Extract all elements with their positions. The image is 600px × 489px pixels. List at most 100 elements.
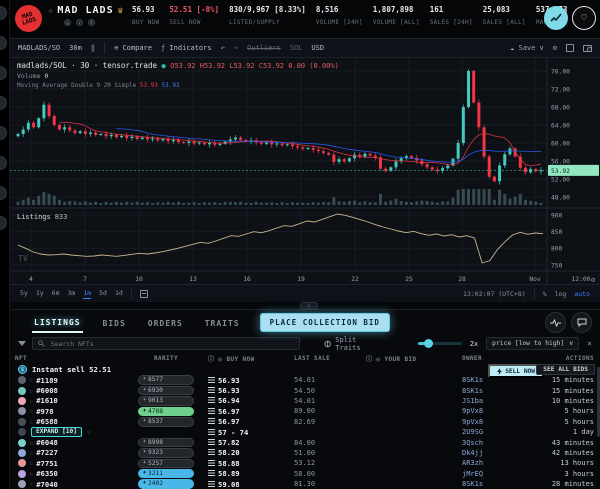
owner-address[interactable]: AR3zh bbox=[452, 459, 530, 467]
owner-address[interactable]: 2U9SG bbox=[452, 428, 530, 436]
buy-now-price[interactable]: 58.89 bbox=[218, 469, 240, 478]
star-icon[interactable]: ☆ bbox=[29, 449, 33, 457]
owner-address[interactable]: 8SK1s bbox=[452, 480, 530, 488]
header-last-sale[interactable]: LAST SALE bbox=[286, 355, 364, 362]
buy-now-price[interactable]: 56.93 bbox=[218, 386, 240, 395]
table-row[interactable]: ☆#6588♦853756.9782.699pVx85 hours bbox=[10, 417, 600, 427]
tab-orders[interactable]: ORDERS bbox=[146, 313, 185, 332]
tab-traits[interactable]: TRAITS bbox=[203, 313, 242, 332]
sidebar-collection-avatar[interactable] bbox=[0, 66, 7, 80]
nft-id[interactable]: #6350 bbox=[36, 469, 58, 478]
website-icon[interactable]: ◎ bbox=[64, 19, 71, 26]
star-icon[interactable]: ☆ bbox=[29, 387, 33, 395]
buy-now-price[interactable]: 56.97 bbox=[218, 417, 240, 426]
nft-id[interactable]: #1610 bbox=[36, 396, 58, 405]
buy-now-price[interactable]: 58.88 bbox=[218, 459, 240, 468]
filter-funnel-icon[interactable] bbox=[18, 341, 26, 346]
star-icon[interactable]: ☆ bbox=[29, 470, 33, 478]
slider-thumb[interactable] bbox=[424, 339, 433, 348]
buy-now-price[interactable]: 59.08 bbox=[218, 480, 240, 489]
outliers-toggle[interactable]: Outliers bbox=[247, 44, 281, 52]
range-1m[interactable]: 1m bbox=[83, 289, 91, 299]
sidebar-collection-avatar[interactable] bbox=[0, 126, 7, 140]
sidebar-collection-avatar[interactable] bbox=[0, 156, 7, 170]
star-icon[interactable]: ☆ bbox=[29, 397, 33, 405]
star-icon[interactable]: ☆ bbox=[29, 459, 33, 467]
table-row[interactable]: ☆#978♦478856.9789.009pVx85 hours bbox=[10, 406, 600, 416]
buy-now-price[interactable]: 58.20 bbox=[218, 448, 240, 457]
nft-id[interactable]: #6008 bbox=[36, 386, 58, 395]
fullscreen-icon[interactable] bbox=[566, 44, 574, 52]
axis-settings-gear-icon[interactable]: ⚙ bbox=[591, 276, 596, 284]
owner-address[interactable]: Dk4jj bbox=[452, 449, 530, 457]
header-nft[interactable]: NFT bbox=[10, 355, 138, 362]
split-traits-toggle[interactable]: Split Traits bbox=[324, 336, 382, 352]
card-size-slider[interactable] bbox=[418, 342, 462, 345]
go-to-date-icon[interactable] bbox=[140, 290, 148, 298]
star-icon[interactable]: ☆ bbox=[29, 376, 33, 384]
range-1y[interactable]: 1y bbox=[36, 289, 44, 299]
nft-id[interactable]: #978 bbox=[36, 407, 53, 416]
star-icon[interactable]: ☆ bbox=[29, 480, 33, 488]
expand-row[interactable]: EXPAND [10]☆57 - 742U9SG1 day bbox=[10, 427, 600, 437]
nft-id[interactable]: #7227 bbox=[36, 448, 58, 457]
compare-button[interactable]: ⊕ Compare bbox=[114, 44, 152, 52]
sort-select[interactable]: price [low to high]∨ bbox=[486, 337, 579, 350]
range-5d[interactable]: 5d bbox=[99, 289, 107, 299]
chart-canvas[interactable]: 76.0072.0068.0064.0060.0056.0052.0048.00… bbox=[10, 58, 600, 285]
close-icon[interactable]: × bbox=[587, 339, 592, 348]
star-icon[interactable]: ☆ bbox=[29, 418, 33, 426]
favorite-star-icon[interactable]: ☆ bbox=[48, 6, 53, 16]
clock[interactable]: 13:02:07 (UTC+8) bbox=[463, 290, 526, 298]
tab-bids[interactable]: BIDS bbox=[101, 313, 128, 332]
range-3m[interactable]: 3m bbox=[67, 289, 75, 299]
table-row[interactable]: ☆#7040♦240259.0881.308SK1s28 minutes bbox=[10, 479, 600, 489]
nft-id[interactable]: #1189 bbox=[36, 376, 58, 385]
search-box[interactable] bbox=[32, 337, 300, 350]
watchlist-heart-button[interactable]: ♡ bbox=[572, 6, 596, 30]
nft-id[interactable]: #6588 bbox=[36, 417, 58, 426]
table-row[interactable]: ☆#6048♦899857.8284.003Qsch43 minutes bbox=[10, 437, 600, 447]
expand-badge[interactable]: EXPAND [10] bbox=[31, 427, 82, 437]
sol-currency-toggle[interactable]: SOL bbox=[290, 44, 303, 52]
tab-listings[interactable]: LISTINGS bbox=[32, 312, 83, 333]
undo-icon[interactable]: ↶ bbox=[221, 44, 225, 52]
star-icon[interactable]: ☆ bbox=[87, 428, 91, 436]
star-icon[interactable]: ☆ bbox=[29, 407, 33, 415]
chat-button[interactable] bbox=[571, 312, 592, 333]
table-row[interactable]: ☆#7227♦932358.2051.00Dk4jj42 minutes bbox=[10, 448, 600, 458]
header-buy-now[interactable]: ⓘ ◎ BUY NOW bbox=[194, 354, 286, 363]
owner-address[interactable]: 3Qsch bbox=[452, 439, 530, 447]
buy-now-price[interactable]: 56.93 bbox=[218, 376, 240, 385]
redo-icon[interactable]: ↷ bbox=[234, 44, 238, 52]
discord-icon[interactable]: ✦ bbox=[76, 19, 83, 26]
candles-style-icon[interactable]: ‖ bbox=[91, 44, 95, 52]
sidebar-collection-avatar[interactable] bbox=[0, 96, 7, 110]
resize-handle[interactable]: ⇕ bbox=[300, 302, 318, 310]
percent-scale-toggle[interactable]: % bbox=[543, 290, 547, 298]
buy-now-price[interactable]: 57 - 74 bbox=[218, 428, 248, 437]
owner-address[interactable]: JS1ba bbox=[452, 397, 530, 405]
nft-id[interactable]: #6048 bbox=[36, 438, 58, 447]
gear-icon[interactable]: ⚙ bbox=[553, 44, 557, 52]
see-all-bids-button[interactable]: SEE ALL BIDS bbox=[536, 364, 595, 375]
screenshot-icon[interactable] bbox=[583, 45, 592, 52]
table-row[interactable]: ☆#7751♦525758.8853.12AR3zh13 hours bbox=[10, 458, 600, 468]
nft-id[interactable]: #7040 bbox=[36, 480, 58, 489]
header-rarity[interactable]: RARITY bbox=[138, 355, 194, 362]
owner-address[interactable]: 9pVx8 bbox=[452, 418, 530, 426]
usd-currency-toggle[interactable]: USD bbox=[311, 44, 324, 52]
search-input[interactable] bbox=[49, 339, 294, 349]
star-icon[interactable]: ☆ bbox=[29, 439, 33, 447]
range-6m[interactable]: 6m bbox=[52, 289, 60, 299]
sidebar-collection-avatar[interactable] bbox=[0, 6, 7, 20]
table-row[interactable]: ☆#1610♦901356.9454.01JS1ba10 minutes bbox=[10, 396, 600, 406]
interval-select[interactable]: 30m bbox=[69, 44, 82, 52]
price-chart-toggle-button[interactable] bbox=[544, 6, 568, 30]
sidebar-collection-avatar[interactable] bbox=[0, 186, 7, 200]
collections-sidebar[interactable] bbox=[0, 0, 10, 489]
activity-button[interactable] bbox=[545, 312, 566, 333]
range-5y[interactable]: 5y bbox=[20, 289, 28, 299]
nft-id[interactable]: #7751 bbox=[36, 459, 58, 468]
auto-scale-toggle[interactable]: auto bbox=[574, 290, 590, 298]
